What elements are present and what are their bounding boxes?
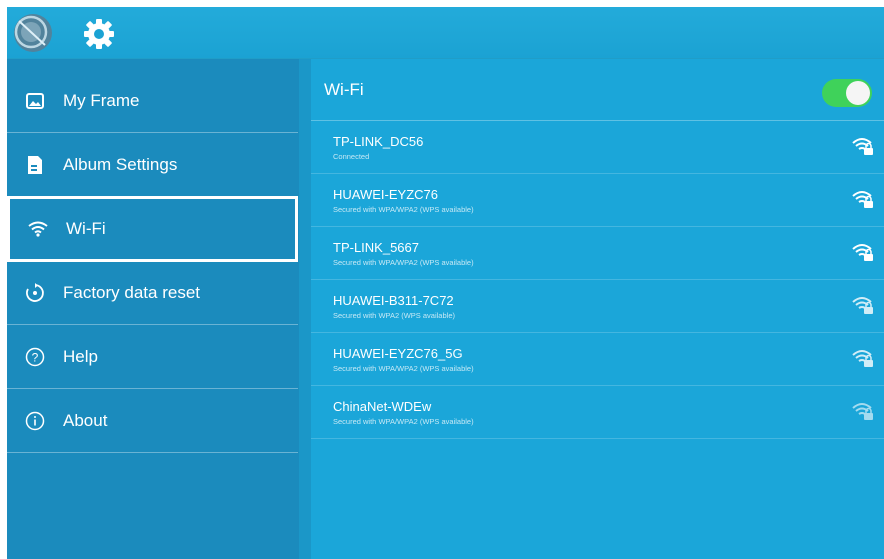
sidebar-item-my-frame[interactable]: My Frame <box>7 69 298 133</box>
wifi-icon <box>27 218 49 240</box>
sidebar: My Frame Album Settings Wi-Fi Factory da… <box>7 59 299 559</box>
sidebar-item-label: Help <box>63 346 98 366</box>
screen: My Frame Album Settings Wi-Fi Factory da… <box>7 7 884 559</box>
network-name: HUAWEI-EYZC76 <box>333 187 438 202</box>
sidebar-item-about[interactable]: About <box>7 389 298 453</box>
network-item[interactable]: HUAWEI-EYZC76_5G Secured with WPA/WPA2 (W… <box>311 334 884 386</box>
wifi-header: Wi-Fi <box>311 59 884 121</box>
document-icon <box>24 154 46 176</box>
reset-icon <box>24 282 46 304</box>
network-item[interactable]: TP-LINK_DC56 Connected <box>311 122 884 174</box>
network-item[interactable]: TP-LINK_5667 Secured with WPA/WPA2 (WPS a… <box>311 228 884 280</box>
network-name: TP-LINK_DC56 <box>333 134 424 149</box>
wifi-toggle[interactable] <box>822 79 872 107</box>
toggle-knob <box>846 81 870 105</box>
sidebar-item-label: My Frame <box>63 90 140 110</box>
help-icon: ? <box>24 346 46 368</box>
sidebar-item-label: Factory data reset <box>63 282 201 302</box>
page-title: Wi-Fi <box>324 79 364 99</box>
network-status: Secured with WPA/WPA2 (WPS available) <box>333 205 474 214</box>
sidebar-item-factory-reset[interactable]: Factory data reset <box>7 261 298 325</box>
network-status: Secured with WPA/WPA2 (WPS available) <box>333 364 474 373</box>
svg-text:?: ? <box>32 350 39 364</box>
network-item[interactable]: ChinaNet-WDEw Secured with WPA/WPA2 (WPS … <box>311 387 884 439</box>
network-name: HUAWEI-B311-7C72 <box>333 293 454 308</box>
panel-divider <box>299 59 311 559</box>
wifi-panel: Wi-Fi TP-LINK_DC56 Connected HUAWEI-EYZC76… <box>311 59 884 559</box>
network-item[interactable]: HUAWEI-B311-7C72 Secured with WPA2 (WPS a… <box>311 281 884 333</box>
network-status: Connected <box>333 152 370 161</box>
wifi-lock-icon <box>852 191 873 208</box>
network-status: Secured with WPA/WPA2 (WPS available) <box>333 417 474 426</box>
gear-icon[interactable] <box>82 17 116 51</box>
network-status: Secured with WPA2 (WPS available) <box>333 311 455 320</box>
network-name: HUAWEI-EYZC76_5G <box>333 346 463 361</box>
wifi-lock-icon <box>852 403 873 420</box>
network-name: ChinaNet-WDEw <box>333 399 432 414</box>
network-name: TP-LINK_5667 <box>333 240 419 255</box>
network-item[interactable]: HUAWEI-EYZC76 Secured with WPA/WPA2 (WPS … <box>311 175 884 227</box>
wifi-lock-icon <box>852 138 873 155</box>
wifi-lock-icon <box>852 244 873 261</box>
sidebar-item-help[interactable]: ? Help <box>7 325 298 389</box>
sidebar-item-label: Album Settings <box>63 154 178 174</box>
wifi-lock-icon <box>852 350 873 367</box>
sidebar-item-wifi[interactable]: Wi-Fi <box>7 196 298 262</box>
picture-icon <box>24 90 46 112</box>
sidebar-item-label: Wi-Fi <box>66 219 106 238</box>
sidebar-item-label: About <box>63 410 108 430</box>
network-status: Secured with WPA/WPA2 (WPS available) <box>333 258 474 267</box>
top-bar <box>7 7 884 59</box>
frame-logo-icon[interactable] <box>9 11 57 55</box>
wifi-lock-icon <box>852 297 873 314</box>
sidebar-item-album-settings[interactable]: Album Settings <box>7 133 298 197</box>
info-icon <box>24 410 46 432</box>
